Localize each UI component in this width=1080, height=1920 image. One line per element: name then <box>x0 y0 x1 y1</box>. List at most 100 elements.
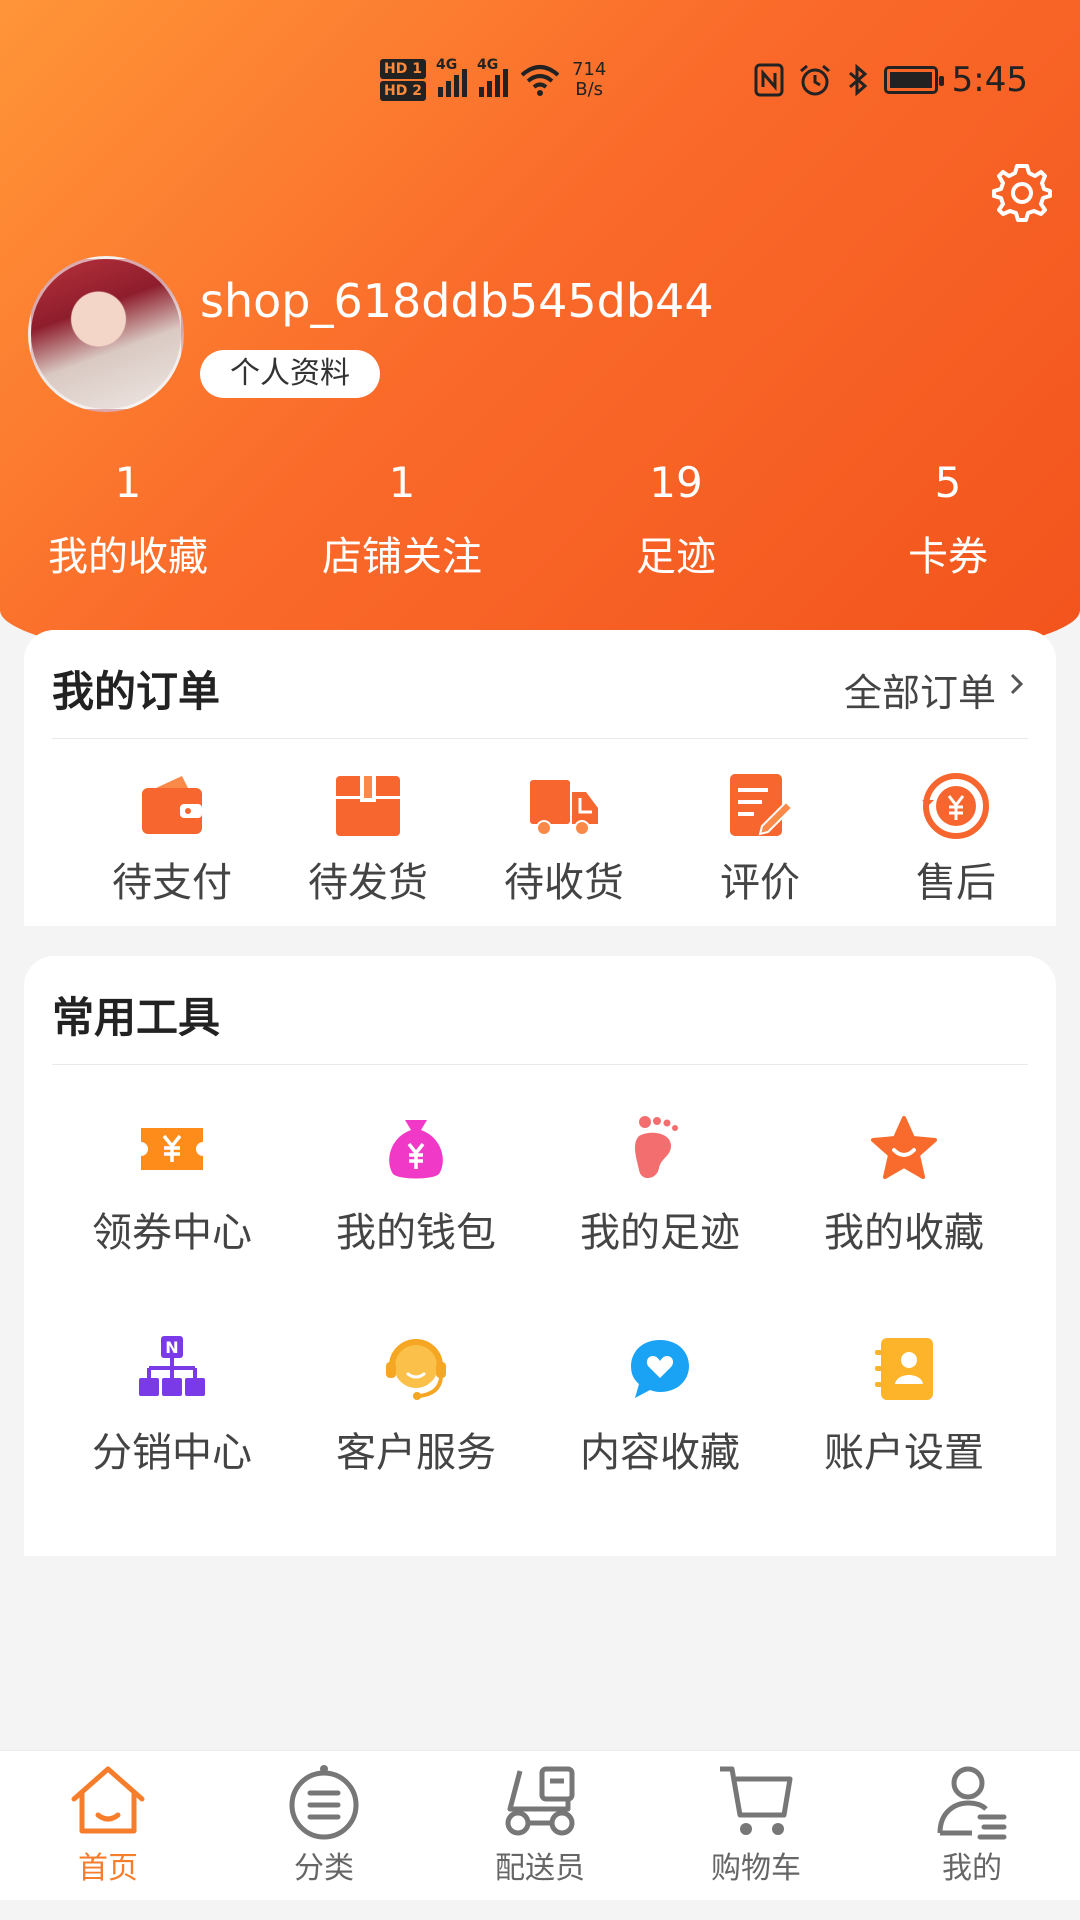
nfc-icon <box>754 63 784 97</box>
tool-favorites[interactable]: 我的收藏 <box>782 1114 1026 1258</box>
tool-label: 分销中心 <box>92 1430 252 1476</box>
yuan-refund-icon <box>922 773 989 839</box>
tool-customer-service[interactable]: 客户服务 <box>294 1334 538 1478</box>
status-left: HD 1 HD 2 4G 4G 714 B/s <box>380 50 606 110</box>
stat-value: 1 <box>388 458 416 507</box>
tools-card: 常用工具 领券中心 我的钱包 我的足迹 我的收藏 N 分销中心 客户服务 内容收… <box>24 956 1056 1556</box>
svg-text:N: N <box>165 1338 178 1357</box>
order-label: 待发货 <box>308 860 428 906</box>
tool-label: 我的收藏 <box>824 1210 984 1256</box>
network-type-label-2: 4G <box>476 57 499 73</box>
order-pending-shipment[interactable]: 待发货 <box>270 768 466 908</box>
order-label: 评价 <box>720 860 800 906</box>
alarm-icon <box>799 64 830 96</box>
tools-title: 常用工具 <box>52 993 221 1042</box>
money-bag-icon <box>389 1120 443 1179</box>
tool-footprints[interactable]: 我的足迹 <box>538 1114 782 1258</box>
distribution-network-icon: N <box>139 1336 205 1396</box>
orders-card: 我的订单 全部订单 待支付 待发货 待收货 评价 售后 <box>24 630 1056 926</box>
sim2-badge: HD 2 <box>380 81 426 101</box>
tool-wallet[interactable]: 我的钱包 <box>294 1114 538 1258</box>
signal-2-icon: 4G <box>477 57 508 97</box>
nav-label: 分类 <box>294 1851 354 1886</box>
stat-value: 1 <box>114 458 142 507</box>
stat-label: 足迹 <box>636 534 716 580</box>
sim-badges: HD 1 HD 2 <box>380 59 426 101</box>
stat-label: 我的收藏 <box>48 534 208 580</box>
star-icon <box>871 1116 937 1179</box>
wallet-icon <box>142 776 202 834</box>
nav-label: 我的 <box>942 1851 1002 1886</box>
nav-home[interactable]: 首页 <box>0 1759 216 1889</box>
order-pending-payment[interactable]: 待支付 <box>74 768 270 908</box>
profile-button[interactable]: 个人资料 <box>200 350 380 398</box>
status-bar: HD 1 HD 2 4G 4G 714 B/s 5:45 <box>0 50 1080 110</box>
bluetooth-icon <box>848 63 867 97</box>
speed-value: 714 <box>571 59 607 80</box>
coupon-icon <box>141 1128 203 1170</box>
status-time: 5:45 <box>951 60 1028 100</box>
sim1-badge: HD 1 <box>380 59 426 79</box>
gear-icon[interactable] <box>990 160 1054 224</box>
divider <box>52 1064 1028 1065</box>
truck-icon <box>530 780 598 836</box>
signal-1-icon: 4G <box>436 57 467 97</box>
headset-icon <box>386 1339 446 1400</box>
tool-label: 客户服务 <box>336 1430 496 1476</box>
all-orders-link[interactable]: 全部订单 <box>844 662 996 717</box>
avatar[interactable] <box>28 256 184 412</box>
stat-favorites[interactable]: 1 我的收藏 <box>8 455 248 585</box>
footprint-icon <box>634 1116 678 1179</box>
tool-label: 内容收藏 <box>580 1430 740 1476</box>
order-label: 待收货 <box>504 860 624 906</box>
stats-row: 1 我的收藏 1 店铺关注 19 足迹 5 卡券 <box>0 455 1080 595</box>
package-icon <box>336 776 400 836</box>
tool-label: 领券中心 <box>92 1210 252 1256</box>
contact-book-icon <box>875 1338 933 1400</box>
tool-label: 账户设置 <box>824 1430 984 1476</box>
order-pending-receipt[interactable]: 待收货 <box>466 768 662 908</box>
delivery-scooter-icon <box>505 1766 575 1836</box>
nav-courier[interactable]: 配送员 <box>432 1759 648 1889</box>
stat-followed-shops[interactable]: 1 店铺关注 <box>282 455 522 585</box>
heart-chat-icon <box>631 1340 689 1398</box>
stat-footprints[interactable]: 19 足迹 <box>556 455 796 585</box>
home-icon <box>71 1766 145 1834</box>
stat-label: 店铺关注 <box>322 534 482 580</box>
order-label: 待支付 <box>112 860 232 906</box>
speed-unit: B/s <box>575 79 604 100</box>
divider <box>52 738 1028 739</box>
cart-icon <box>720 1766 793 1835</box>
orders-title: 我的订单 <box>52 667 221 716</box>
battery-icon <box>883 66 944 94</box>
order-label: 售后 <box>916 860 996 906</box>
tool-coupon-center[interactable]: 领券中心 <box>50 1114 294 1258</box>
stat-label: 卡券 <box>908 534 988 580</box>
network-type-label: 4G <box>435 57 458 73</box>
order-review[interactable]: 评价 <box>662 768 858 908</box>
status-right: 5:45 <box>754 50 1028 110</box>
chevron-right-icon[interactable] <box>1002 666 1032 702</box>
tool-distribution-center[interactable]: N 分销中心 <box>50 1334 294 1478</box>
nav-label: 配送员 <box>495 1851 585 1886</box>
nav-label: 首页 <box>78 1851 138 1886</box>
tool-content-favorites[interactable]: 内容收藏 <box>538 1334 782 1478</box>
nav-label: 购物车 <box>711 1851 801 1886</box>
network-speed: 714 B/s <box>572 60 606 100</box>
user-icon <box>937 1766 1007 1840</box>
tool-label: 我的足迹 <box>580 1210 740 1256</box>
review-edit-icon <box>730 774 794 836</box>
nav-category[interactable]: 分类 <box>216 1759 432 1889</box>
bottom-nav: 首页 分类 配送员 购物车 我的 <box>0 1750 1080 1900</box>
stat-value: 5 <box>934 458 962 507</box>
stat-value: 19 <box>649 458 703 507</box>
order-after-sales[interactable]: 售后 <box>858 768 1054 908</box>
stat-coupons[interactable]: 5 卡券 <box>828 455 1068 585</box>
nav-me[interactable]: 我的 <box>864 1759 1080 1889</box>
wifi-icon <box>520 65 560 96</box>
tool-label: 我的钱包 <box>336 1210 496 1256</box>
username: shop_618ddb545db44 <box>200 274 714 328</box>
category-icon <box>289 1765 359 1840</box>
nav-cart[interactable]: 购物车 <box>648 1759 864 1889</box>
tool-account-settings[interactable]: 账户设置 <box>782 1334 1026 1478</box>
